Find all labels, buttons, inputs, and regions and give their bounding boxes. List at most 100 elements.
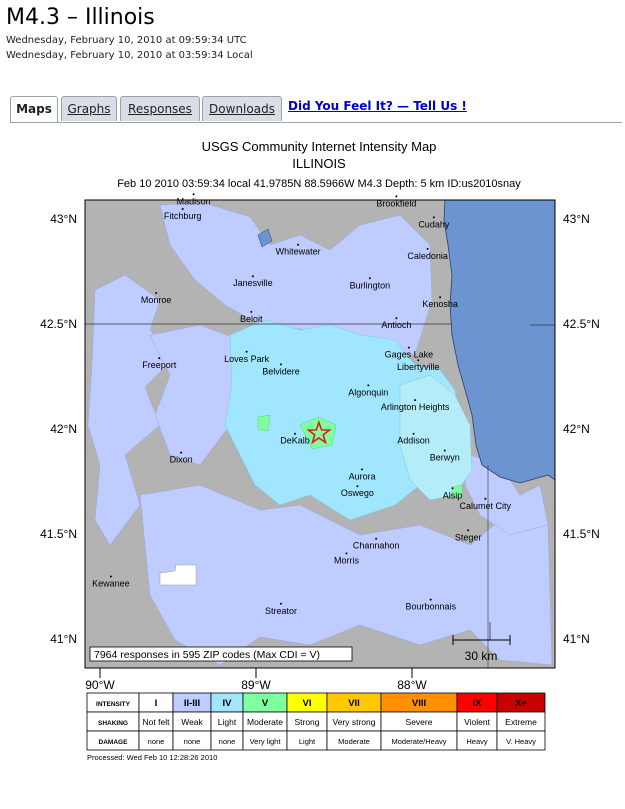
city-dot	[368, 277, 371, 280]
city-label: Oswego	[341, 488, 374, 498]
legend-row-label: DAMAGE	[99, 739, 129, 746]
lat-label-43: 43°N	[50, 212, 77, 226]
lon-label-89: 89°W	[241, 678, 271, 692]
city-dot	[245, 350, 248, 353]
lat-label-41-5: 41.5°N	[40, 527, 77, 541]
processed-note: Processed: Wed Feb 10 12:28:26 2010	[87, 753, 217, 762]
city-dot	[484, 497, 487, 500]
lat-axis-right: 43°N 42.5°N 42°N 41.5°N 41°N	[563, 212, 600, 646]
city-dot	[251, 275, 254, 278]
lat-label-41-5-right: 41.5°N	[563, 527, 600, 541]
city-label: Whitewater	[276, 247, 321, 257]
city-label: Libertyville	[397, 362, 440, 372]
legend-intensity-label: X+	[515, 698, 527, 709]
city-label: Caledonia	[407, 251, 448, 261]
dyfi-link[interactable]: Did You Feel It? — Tell Us !	[288, 99, 467, 113]
tab-maps[interactable]: Maps	[10, 96, 58, 123]
local-time: Wednesday, February 10, 2010 at 03:59:34…	[6, 50, 253, 61]
event-line: Feb 10 2010 03:59:34 local 41.9785N 88.5…	[117, 178, 521, 190]
legend-intensity-label: II-III	[184, 698, 200, 709]
utc-time: Wednesday, February 10, 2010 at 09:59:34…	[6, 35, 247, 46]
lat-label-43-right: 43°N	[563, 212, 590, 226]
city-dot	[279, 602, 282, 605]
legend-shaking-label: Strong	[294, 717, 319, 727]
map-title: USGS Community Internet Intensity Map	[202, 139, 437, 154]
legend-shaking-label: Extreme	[505, 717, 537, 727]
city-label: Dixon	[170, 455, 193, 465]
map-area: Madison Fitchburg Whitewater Brookfield Cuda…	[84, 193, 556, 669]
legend-intensity-label: IV	[223, 698, 233, 709]
tab-downloads[interactable]: Downloads	[202, 96, 282, 121]
city-label: Loves Park	[224, 354, 270, 364]
city-label: Kewanee	[92, 579, 130, 589]
city-dot	[181, 208, 184, 210]
legend-shaking-label: Moderate	[247, 717, 283, 727]
legend-damage-label: Light	[299, 737, 316, 746]
legend-shaking-label: Not felt	[143, 717, 171, 727]
city-label: Channahon	[353, 541, 400, 551]
lat-label-41-right: 41°N	[563, 632, 590, 646]
legend-shaking-label: Light	[218, 717, 237, 727]
intensity-map-figure: USGS Community Internet Intensity Map IL…	[40, 139, 600, 762]
lat-label-42-5-right: 42.5°N	[563, 317, 600, 331]
map-region: ILLINOIS	[292, 156, 346, 171]
city-dot	[109, 575, 112, 578]
city-label: Algonquin	[348, 387, 388, 397]
tab-divider	[10, 122, 622, 123]
lat-label-42-5: 42.5°N	[40, 317, 77, 331]
city-label: Freeport	[142, 360, 177, 370]
city-dot	[192, 193, 195, 196]
city-dot	[467, 529, 470, 532]
city-label: Burlington	[350, 280, 391, 290]
legend-shaking-label: Severe	[406, 717, 433, 727]
legend-shaking-label: Violent	[464, 717, 490, 727]
city-label: Kenosha	[422, 299, 458, 309]
city-dot	[414, 399, 417, 402]
city-label: Berwyn	[430, 453, 460, 463]
city-dot	[367, 384, 370, 387]
city-dot	[439, 296, 442, 299]
city-label: Calumet City	[460, 501, 512, 511]
city-dot	[429, 598, 432, 601]
tab-responses[interactable]: Responses	[120, 96, 200, 121]
city-dot	[345, 552, 348, 555]
legend-damage-label: none	[219, 737, 236, 746]
legend-intensity-label: IX	[473, 698, 483, 709]
scale-label: 30 km	[465, 649, 498, 663]
city-dot	[432, 216, 435, 219]
zone-moderate-2	[257, 414, 271, 432]
legend-damage-label: none	[148, 737, 165, 746]
city-label: Bourbonnais	[405, 602, 456, 612]
legend-shaking-label: Weak	[181, 717, 203, 727]
city-dot	[297, 243, 300, 246]
intensity-legend: INTENSITY SHAKING DAMAGE I Not felt none II-II…	[86, 692, 546, 751]
city-dot	[158, 357, 161, 360]
city-label: Monroe	[141, 295, 172, 305]
city-label: Addison	[397, 436, 430, 446]
tab-graphs[interactable]: Graphs	[61, 96, 117, 121]
city-dot	[451, 487, 454, 490]
lon-label-88: 88°W	[397, 678, 427, 692]
city-label: Brookfield	[376, 198, 416, 208]
legend-intensity-label: VIII	[412, 698, 426, 709]
legend-damage-label: V. Heavy	[506, 737, 536, 746]
legend-intensity-label: V	[262, 698, 269, 709]
city-dot	[180, 451, 183, 454]
city-dot	[250, 310, 253, 313]
legend-damage-label: Moderate/Heavy	[391, 737, 446, 746]
city-label: Beloit	[240, 314, 263, 324]
lat-label-42-right: 42°N	[563, 422, 590, 436]
lat-label-41: 41°N	[50, 632, 77, 646]
city-label: Fitchburg	[164, 211, 202, 221]
city-dot	[417, 359, 420, 362]
city-dot	[361, 468, 364, 471]
city-label: Alsip	[443, 490, 463, 500]
city-label: Arlington Heights	[381, 402, 450, 412]
city-dot	[395, 195, 398, 198]
city-dot	[375, 537, 378, 540]
legend-row-label: INTENSITY	[96, 701, 131, 708]
city-label: Gages Lake	[385, 350, 434, 360]
city-dot	[395, 317, 398, 320]
city-label: Madison	[177, 196, 211, 206]
legend-intensity-label: VI	[303, 698, 312, 709]
